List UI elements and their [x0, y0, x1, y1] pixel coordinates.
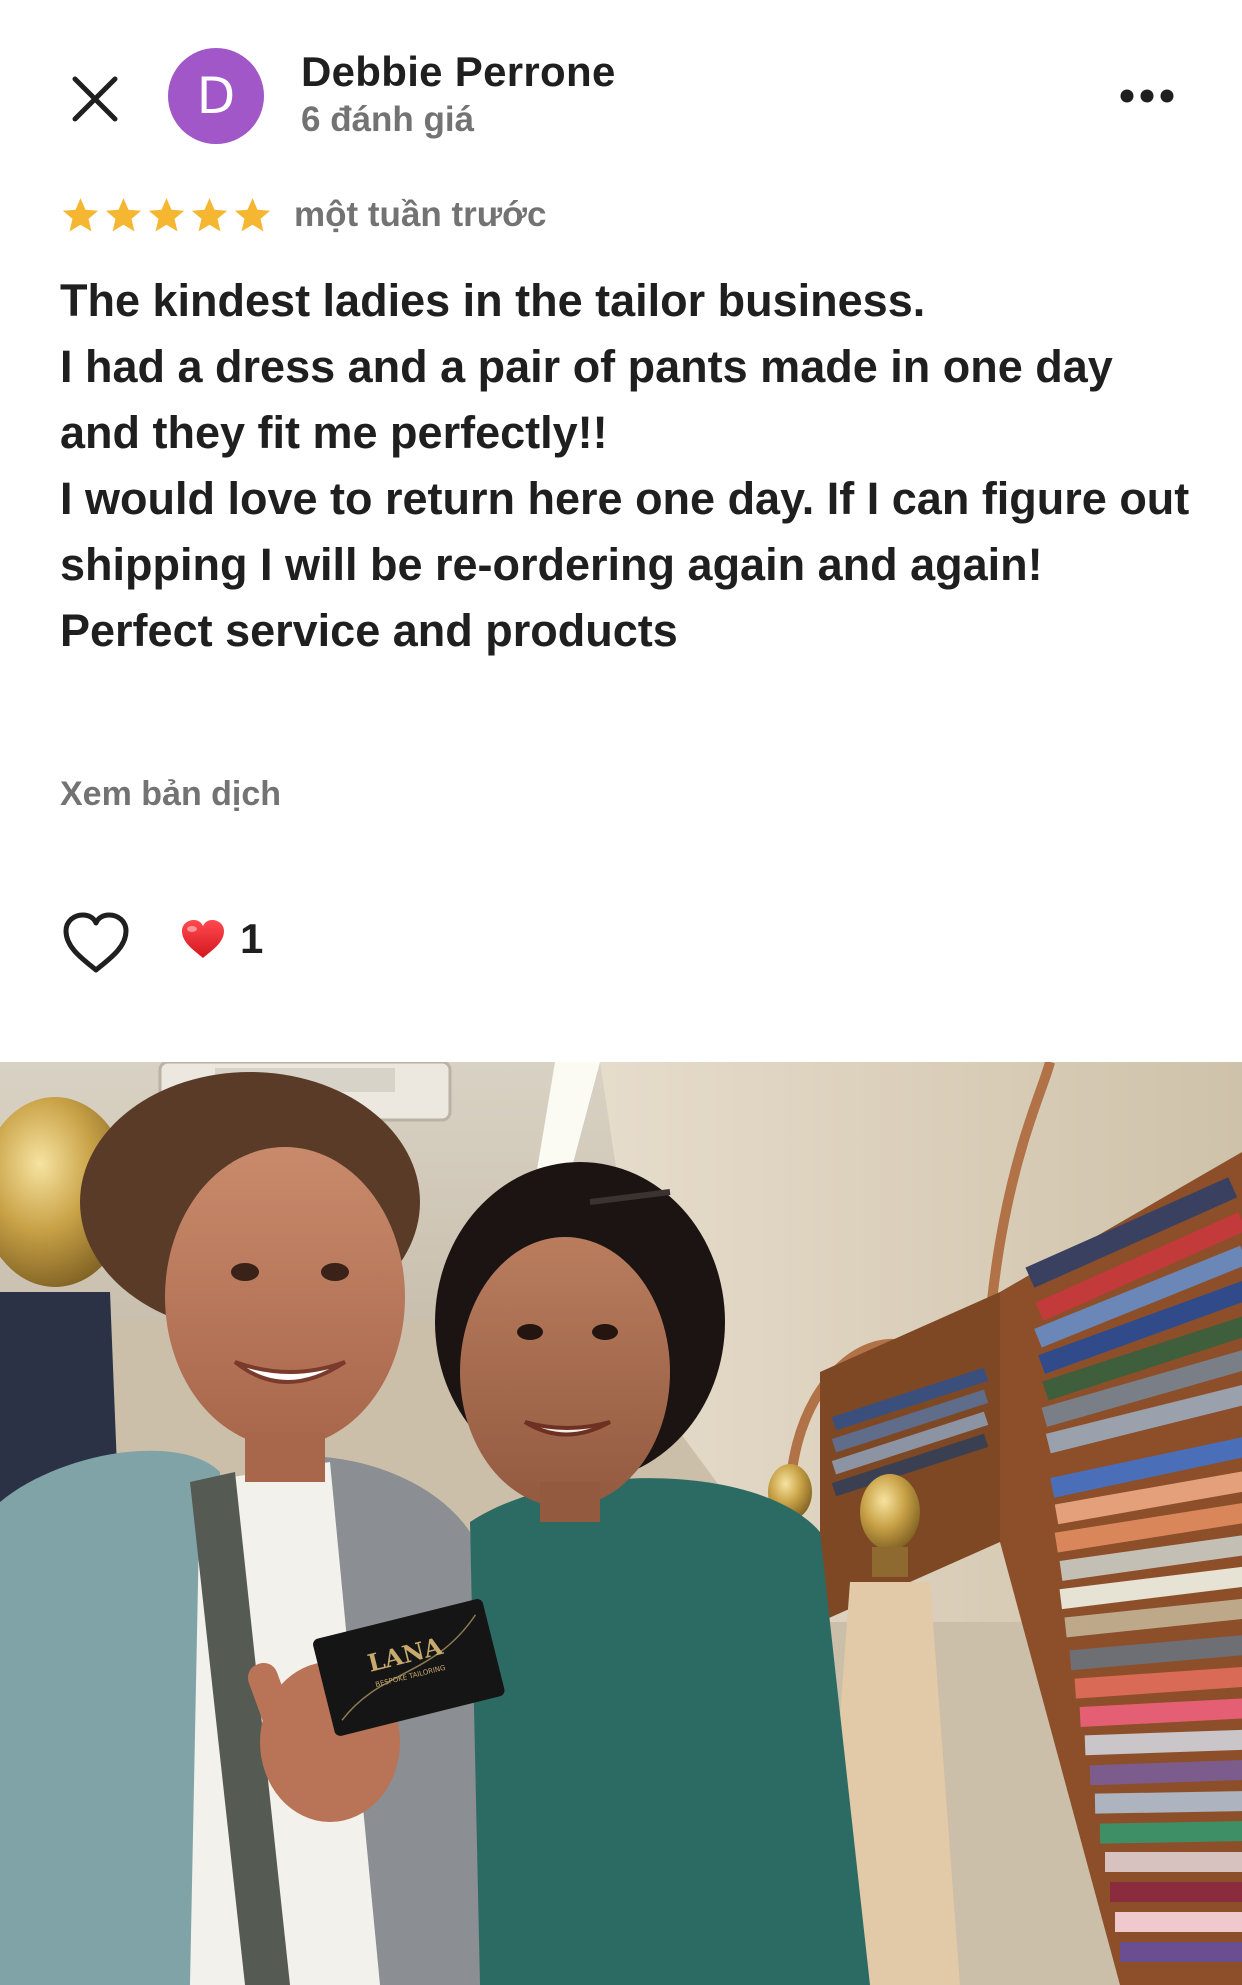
star-rating	[60, 195, 273, 236]
review-timestamp: một tuần trước	[294, 195, 547, 234]
star-icon	[148, 198, 185, 232]
avatar[interactable]: D	[168, 48, 264, 144]
review-detail-sheet: D Debbie Perrone 6 đánh giá một tuần trư…	[0, 0, 1242, 1985]
red-heart-icon	[182, 920, 224, 958]
photo-illustration: LANA BESPOKE TAILORING	[0, 1062, 1242, 1985]
author-review-count: 6 đánh giá	[301, 100, 475, 139]
review-text: The kindest ladies in the tailor busines…	[60, 275, 1190, 656]
author-name[interactable]: Debbie Perrone	[301, 48, 616, 96]
more-options-button[interactable]	[1112, 74, 1182, 118]
avatar-letter: D	[196, 67, 236, 125]
more-horizontal-icon	[1120, 89, 1174, 103]
review-photo[interactable]: LANA BESPOKE TAILORING	[0, 1062, 1242, 1985]
star-icon	[105, 198, 142, 232]
star-icon	[234, 198, 271, 232]
reaction-count: 1	[240, 915, 264, 962]
reaction-summary[interactable]: 1	[180, 915, 263, 963]
heart-outline-icon	[63, 912, 129, 973]
see-translation-link[interactable]: Xem bản dịch	[60, 775, 281, 814]
close-button[interactable]	[62, 66, 128, 132]
like-button[interactable]	[62, 912, 130, 974]
star-icon	[191, 198, 228, 232]
star-icon	[62, 198, 99, 232]
close-icon	[72, 76, 118, 122]
